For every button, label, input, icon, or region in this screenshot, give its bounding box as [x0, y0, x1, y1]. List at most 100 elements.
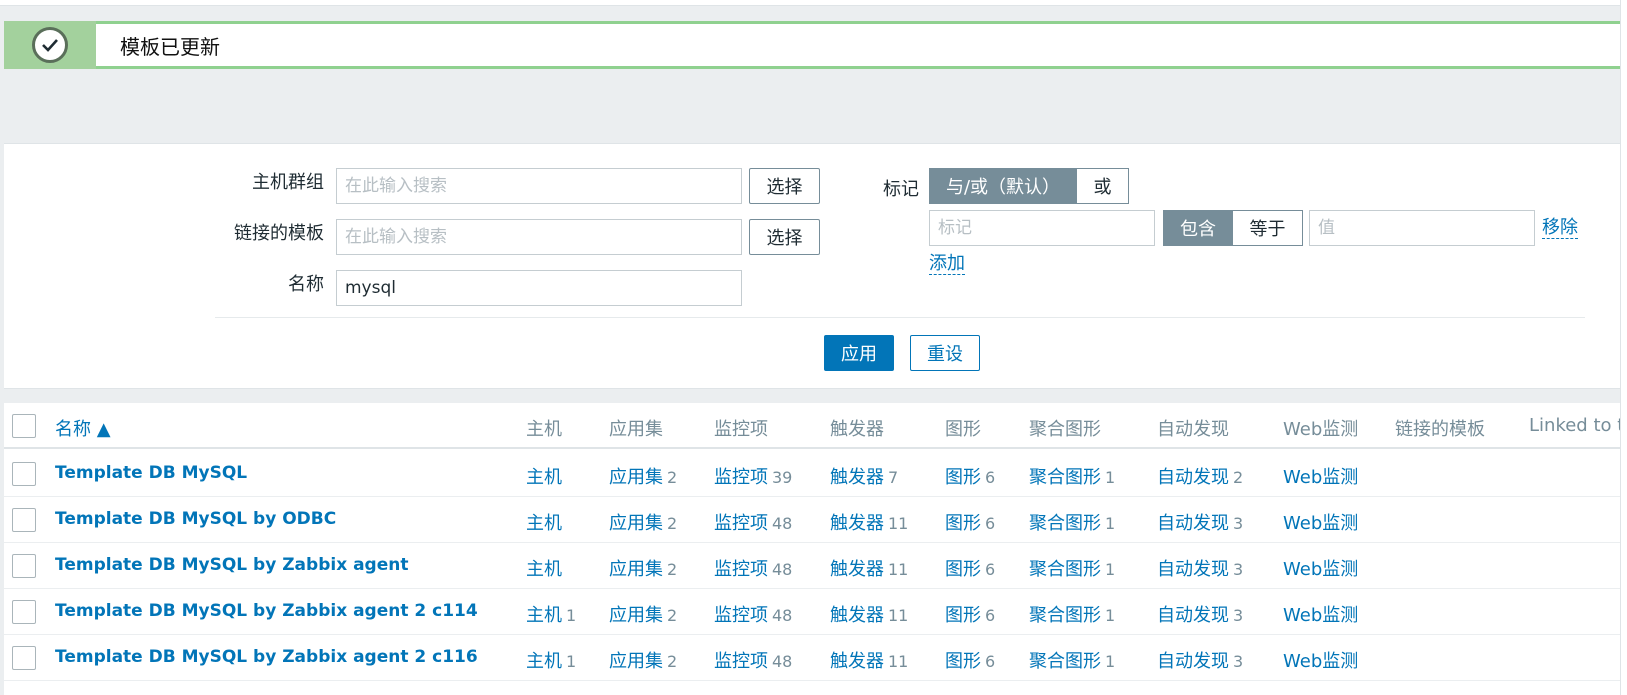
- tag-operator-toggle: 包含 等于: [1163, 210, 1303, 246]
- web-link[interactable]: Web监测: [1283, 647, 1358, 673]
- applications-link[interactable]: 应用集: [609, 651, 663, 672]
- tag-add-link[interactable]: 添加: [929, 254, 965, 275]
- cell-screens: 聚合图形 1: [1029, 647, 1115, 673]
- items-link[interactable]: 监控项: [714, 605, 768, 626]
- screens-link[interactable]: 聚合图形: [1029, 559, 1101, 580]
- applications-link[interactable]: 应用集: [609, 467, 663, 488]
- success-icon-box: [4, 21, 96, 69]
- template-name-link[interactable]: Template DB MySQL: [55, 463, 247, 483]
- cell-hosts: 主机: [526, 555, 566, 581]
- triggers-count: 11: [888, 514, 909, 533]
- screens-count: 1: [1105, 560, 1116, 579]
- host-group-select-button[interactable]: 选择: [749, 168, 820, 204]
- triggers-link[interactable]: 触发器: [830, 559, 884, 580]
- top-strip: [0, 0, 1627, 6]
- tags-mode-and-or[interactable]: 与/或（默认）: [929, 168, 1077, 204]
- applications-count: 2: [667, 560, 678, 579]
- tags-mode-or[interactable]: 或: [1077, 168, 1129, 204]
- name-input[interactable]: [336, 270, 742, 306]
- discovery-link[interactable]: 自动发现: [1157, 559, 1229, 580]
- web-link[interactable]: Web监测: [1283, 509, 1358, 535]
- header-items: 监控项: [714, 419, 768, 440]
- discovery-count: 3: [1233, 514, 1244, 533]
- cell-hosts: 主机: [526, 463, 566, 489]
- templates-table: 名称 ▲ 主机 应用集 监控项 触发器 图形 聚合图形 自动发现 Web监测 链…: [4, 403, 1627, 695]
- applications-link[interactable]: 应用集: [609, 559, 663, 580]
- screens-link[interactable]: 聚合图形: [1029, 605, 1101, 626]
- cell-discovery: 自动发现 3: [1157, 555, 1243, 581]
- linked-templates-input[interactable]: [336, 219, 742, 255]
- discovery-link[interactable]: 自动发现: [1157, 605, 1229, 626]
- template-name-link[interactable]: Template DB MySQL by Zabbix agent: [55, 555, 408, 575]
- cell-screens: 聚合图形 1: [1029, 555, 1115, 581]
- cell-screens: 聚合图形 1: [1029, 601, 1115, 627]
- row-checkbox[interactable]: [12, 554, 36, 578]
- hosts-link[interactable]: 主机: [526, 651, 562, 672]
- template-name-link[interactable]: Template DB MySQL by Zabbix agent 2 c116: [55, 647, 478, 667]
- cell-hosts: 主机 1: [526, 601, 576, 627]
- items-count: 39: [772, 468, 793, 487]
- tag-operator-contains[interactable]: 包含: [1163, 210, 1233, 246]
- hosts-link[interactable]: 主机: [526, 605, 562, 626]
- cell-discovery: 自动发现 3: [1157, 601, 1243, 627]
- web-link[interactable]: Web监测: [1283, 601, 1358, 627]
- screens-link[interactable]: 聚合图形: [1029, 467, 1101, 488]
- applications-link[interactable]: 应用集: [609, 605, 663, 626]
- apply-button[interactable]: 应用: [824, 335, 894, 371]
- filter-panel: 主机群组 选择 链接的模板 选择 名称 标记 与/或（默认） 或 包含 等于 移…: [4, 143, 1624, 389]
- screens-link[interactable]: 聚合图形: [1029, 651, 1101, 672]
- tag-operator-equals[interactable]: 等于: [1233, 210, 1303, 246]
- triggers-count: 11: [888, 652, 909, 671]
- tag-name-input[interactable]: [929, 210, 1155, 246]
- table-row: Template DB MySQL by Zabbix agent 2 c114…: [4, 589, 1624, 635]
- row-checkbox[interactable]: [12, 646, 36, 670]
- triggers-link[interactable]: 触发器: [830, 467, 884, 488]
- check-circle-icon: [32, 27, 68, 63]
- graphs-link[interactable]: 图形: [945, 467, 981, 488]
- host-group-input[interactable]: [336, 168, 742, 204]
- items-link[interactable]: 监控项: [714, 467, 768, 488]
- web-link[interactable]: Web监测: [1283, 555, 1358, 581]
- table-row: Template DB MySQL by Zabbix agent 主机 应用集 2 监…: [4, 543, 1624, 589]
- discovery-link[interactable]: 自动发现: [1157, 467, 1229, 488]
- triggers-link[interactable]: 触发器: [830, 651, 884, 672]
- template-name-link[interactable]: Template DB MySQL by Zabbix agent 2 c114: [55, 601, 478, 621]
- graphs-count: 6: [985, 560, 996, 579]
- header-name[interactable]: 名称 ▲: [55, 415, 111, 441]
- screens-link[interactable]: 聚合图形: [1029, 513, 1101, 534]
- cell-hosts: 主机 1: [526, 647, 576, 673]
- success-message-text: 模板已更新: [120, 34, 220, 59]
- web-link[interactable]: Web监测: [1283, 463, 1358, 489]
- graphs-link[interactable]: 图形: [945, 651, 981, 672]
- triggers-count: 11: [888, 606, 909, 625]
- triggers-link[interactable]: 触发器: [830, 605, 884, 626]
- row-checkbox[interactable]: [12, 462, 36, 486]
- header-hosts: 主机: [526, 419, 562, 440]
- graphs-link[interactable]: 图形: [945, 559, 981, 580]
- items-link[interactable]: 监控项: [714, 559, 768, 580]
- template-name-link[interactable]: Template DB MySQL by ODBC: [55, 509, 336, 529]
- hosts-count: 1: [566, 652, 577, 671]
- tag-value-input[interactable]: [1309, 210, 1535, 246]
- graphs-count: 6: [985, 606, 996, 625]
- items-link[interactable]: 监控项: [714, 513, 768, 534]
- row-checkbox[interactable]: [12, 600, 36, 624]
- triggers-link[interactable]: 触发器: [830, 513, 884, 534]
- hosts-link[interactable]: 主机: [526, 467, 562, 488]
- graphs-link[interactable]: 图形: [945, 605, 981, 626]
- tag-remove-link[interactable]: 移除: [1542, 218, 1578, 239]
- hosts-link[interactable]: 主机: [526, 559, 562, 580]
- applications-count: 2: [667, 606, 678, 625]
- items-link[interactable]: 监控项: [714, 651, 768, 672]
- row-checkbox[interactable]: [12, 508, 36, 532]
- reset-button[interactable]: 重设: [910, 335, 980, 371]
- discovery-link[interactable]: 自动发现: [1157, 513, 1229, 534]
- select-all-checkbox[interactable]: [12, 414, 36, 438]
- discovery-count: 3: [1233, 652, 1244, 671]
- discovery-count: 2: [1233, 468, 1244, 487]
- graphs-link[interactable]: 图形: [945, 513, 981, 534]
- linked-templates-select-button[interactable]: 选择: [749, 219, 820, 255]
- discovery-link[interactable]: 自动发现: [1157, 651, 1229, 672]
- hosts-link[interactable]: 主机: [526, 513, 562, 534]
- applications-link[interactable]: 应用集: [609, 513, 663, 534]
